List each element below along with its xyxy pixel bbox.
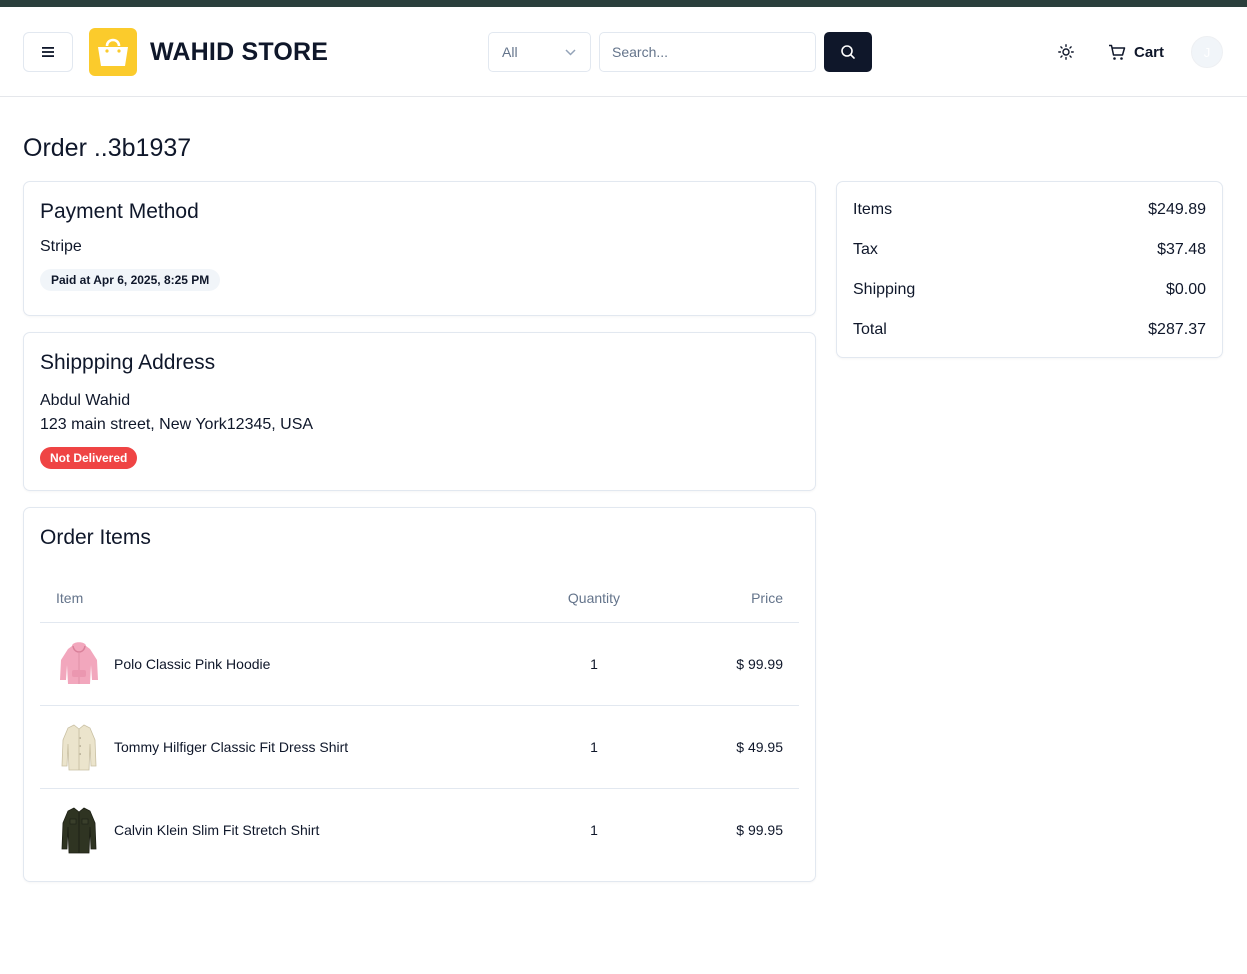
payment-method-card: Payment Method Stripe Paid at Apr 6, 202…: [23, 181, 816, 316]
table-header-row: Item Quantity Price: [40, 574, 799, 623]
product-price: $ 99.95: [736, 821, 783, 838]
theme-toggle-button[interactable]: [1050, 36, 1082, 68]
shirt-image-icon: [61, 724, 97, 770]
product-name[interactable]: Polo Classic Pink Hoodie: [114, 656, 270, 672]
cart-link[interactable]: Cart: [1108, 36, 1164, 68]
summary-row-items: Items $249.89: [853, 190, 1206, 230]
menu-button[interactable]: [23, 32, 73, 72]
search-button[interactable]: [824, 32, 872, 72]
product-price: $ 99.99: [659, 622, 799, 706]
product-thumbnail-cream-shirt[interactable]: [56, 722, 102, 772]
column-header-price: Price: [659, 574, 799, 623]
summary-row-total: Total $287.37: [853, 310, 1206, 350]
search-input[interactable]: [599, 32, 816, 72]
paid-status-badge: Paid at Apr 6, 2025, 8:25 PM: [40, 269, 221, 291]
table-row: Tommy Hilfiger Classic Fit Dress Shirt 1…: [40, 705, 799, 789]
payment-method-value: Stripe: [40, 238, 82, 255]
shipping-name: Abdul Wahid: [40, 392, 131, 409]
hoodie-image-icon: [60, 641, 98, 684]
product-name[interactable]: Tommy Hilfiger Classic Fit Dress Shirt: [114, 739, 348, 755]
product-thumbnail-pink-hoodie[interactable]: [56, 639, 102, 689]
order-items-title: Order Items: [40, 526, 151, 549]
delivery-status-badge: Not Delivered: [40, 447, 138, 469]
product-quantity: 1: [529, 705, 659, 789]
logo[interactable]: [89, 28, 137, 76]
menu-icon: [42, 47, 54, 57]
summary-label: Total: [853, 321, 887, 338]
summary-label: Shipping: [853, 281, 916, 298]
column-header-item: Item: [40, 574, 529, 623]
order-items-card: Order Items Item Quantity Price Polo Cla…: [23, 507, 816, 882]
cart-icon: [1109, 44, 1126, 60]
column-header-quantity: Quantity: [529, 574, 659, 623]
product-link[interactable]: Tommy Hilfiger Classic Fit Dress Shirt: [56, 722, 529, 772]
category-select-value: All: [502, 44, 518, 60]
order-summary-card: Items $249.89 Tax $37.48 Shipping $0.00 …: [836, 181, 1223, 358]
table-row: Calvin Klein Slim Fit Stretch Shirt 1 $ …: [40, 788, 799, 871]
shipping-address-title: Shippping Address: [40, 351, 216, 374]
product-link[interactable]: Polo Classic Pink Hoodie: [56, 639, 529, 689]
table-row: Polo Classic Pink Hoodie 1 $ 99.99: [40, 622, 799, 706]
product-link[interactable]: Calvin Klein Slim Fit Stretch Shirt: [56, 805, 529, 855]
summary-value: $0.00: [1165, 281, 1206, 298]
user-avatar[interactable]: J: [1191, 36, 1223, 68]
order-items-table: Item Quantity Price Polo Classic Pink Ho…: [40, 574, 799, 871]
category-select[interactable]: All: [488, 32, 591, 72]
shopping-bag-icon: [98, 38, 128, 66]
cart-label: Cart: [1134, 43, 1165, 61]
sun-icon: [1058, 44, 1074, 60]
page-title: Order ..3b1937: [23, 134, 192, 162]
product-price: $ 49.95: [659, 705, 799, 789]
summary-label: Items: [853, 201, 893, 218]
shirt-image-icon: [61, 807, 97, 854]
product-thumbnail-dark-shirt[interactable]: [56, 805, 102, 855]
shipping-address: 123 main street, New York12345, USA: [40, 416, 314, 433]
summary-value: $287.37: [1148, 321, 1206, 338]
summary-value: $249.89: [1148, 201, 1206, 218]
summary-value: $37.48: [1157, 241, 1206, 258]
product-name[interactable]: Calvin Klein Slim Fit Stretch Shirt: [114, 822, 319, 838]
top-accent-bar: [0, 0, 1247, 7]
brand-name[interactable]: WAHID STORE: [150, 38, 328, 67]
summary-row-tax: Tax $37.48: [853, 230, 1206, 270]
search-icon: [841, 45, 855, 59]
product-quantity: 1: [590, 821, 598, 838]
summary-row-shipping: Shipping $0.00: [853, 270, 1206, 310]
summary-label: Tax: [853, 241, 878, 258]
site-header: WAHID STORE All Cart J: [0, 7, 1247, 97]
chevron-down-icon: [565, 48, 576, 56]
payment-method-title: Payment Method: [40, 200, 199, 223]
product-quantity: 1: [529, 622, 659, 706]
shipping-address-card: Shippping Address Abdul Wahid 123 main s…: [23, 332, 816, 491]
